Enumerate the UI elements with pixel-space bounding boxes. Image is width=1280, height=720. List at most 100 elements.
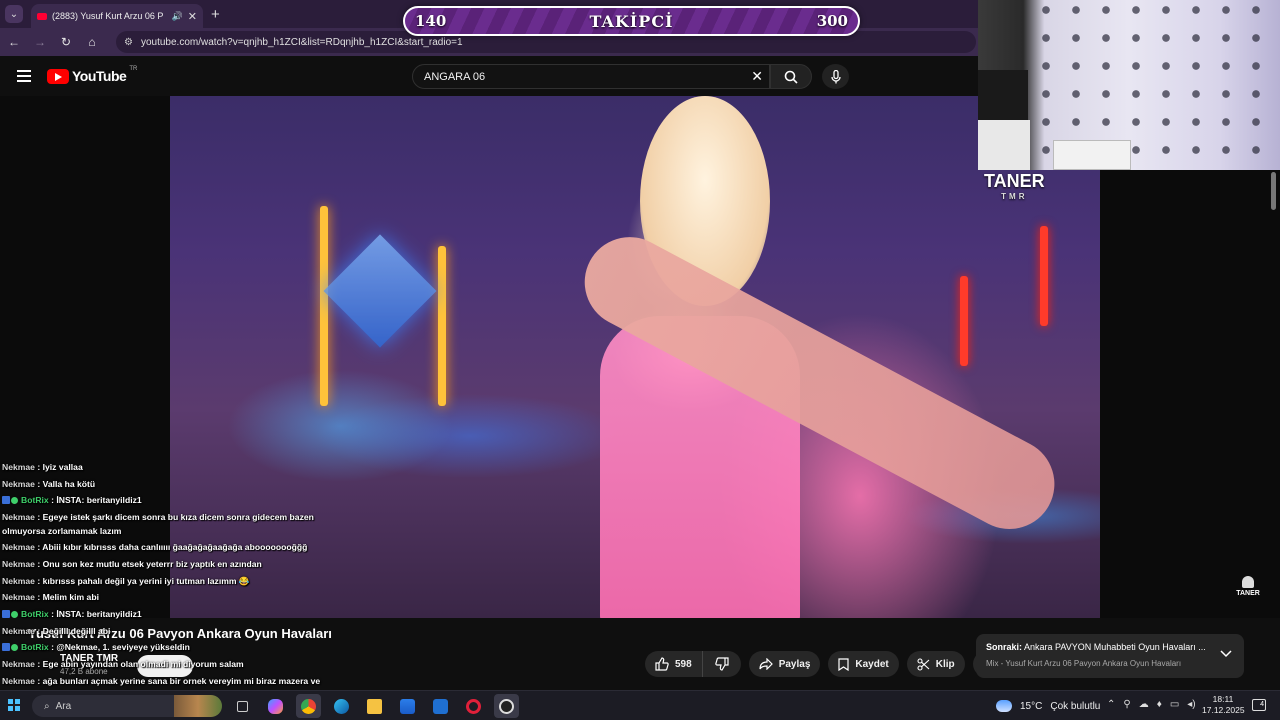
country-code: TR <box>129 66 138 72</box>
chat-separator: : <box>34 625 43 636</box>
store-icon[interactable] <box>395 694 420 718</box>
neon-light <box>960 276 968 366</box>
youtube-logo[interactable]: YouTube TR <box>47 66 138 84</box>
obs-icon[interactable] <box>494 694 519 718</box>
goal-target: 300 <box>816 12 848 30</box>
chat-separator: : <box>34 675 43 686</box>
up-next-title: Ankara PAVYON Muhabbeti Oyun Havaları ..… <box>1024 642 1206 652</box>
close-tab-icon[interactable]: ✕ <box>188 10 197 23</box>
chat-message: Nekmae : Değilll değilll abi <box>2 623 332 640</box>
chrome-icon[interactable] <box>296 694 321 718</box>
windows-taskbar: ⌕ Ara 15°C Çok bulutlu ⌃ ⚲ ☁ ♦ ▭ ◂) 18:1… <box>0 690 1280 720</box>
up-next-card[interactable]: Sonraki: Ankara PAVYON Muhabbeti Oyun Ha… <box>976 634 1244 678</box>
dislike-button[interactable] <box>701 651 741 677</box>
bot-badge-icon <box>2 609 10 618</box>
screen: ⌄ (2883) Yusuf Kurt Arzu 06 P 🔊 ✕ + ← → … <box>0 0 1280 720</box>
watermark-sub: TMR <box>1001 192 1028 201</box>
voice-search-button[interactable] <box>822 64 849 89</box>
speaker-icon[interactable]: 🔊 <box>172 11 183 22</box>
volume-icon[interactable]: ◂) <box>1187 699 1195 710</box>
clock[interactable]: 18:11 17.12.2025 <box>1202 694 1245 716</box>
chevron-up-icon[interactable]: ⌃ <box>1107 699 1115 710</box>
cloud-sync-icon[interactable]: ☁ <box>1139 699 1149 710</box>
chat-message: Nekmae : Valla ha kötü <box>2 476 332 493</box>
chat-bot-message: BotRix : İNSTA: beritanyildiz1 <box>2 492 332 509</box>
new-tab-icon[interactable]: + <box>211 6 220 23</box>
weather-text: Çok bulutlu <box>1050 700 1101 712</box>
site-info-icon[interactable]: ⚙ <box>124 37 133 48</box>
chat-text: Ege abin yayından olan olmadi mi diyorum… <box>42 659 244 670</box>
reload-icon[interactable]: ↻ <box>58 34 74 50</box>
chat-message: Nekmae : Egeye istek şarkı dicem sonra b… <box>2 509 332 539</box>
network-icon[interactable]: ⚲ <box>1123 699 1130 710</box>
system-tray: ⌃ ⚲ ☁ ♦ ▭ ◂) <box>1107 699 1196 710</box>
chat-username: BotRix <box>21 642 49 653</box>
tab-search-icon[interactable]: ⌄ <box>5 5 23 23</box>
browser-tab[interactable]: (2883) Yusuf Kurt Arzu 06 P 🔊 ✕ <box>31 4 203 28</box>
channel-watermark: TANER TMR <box>984 172 1045 205</box>
home-icon[interactable]: ⌂ <box>84 34 100 50</box>
neon-light <box>438 246 446 406</box>
search-button[interactable] <box>770 64 812 89</box>
clear-search-icon[interactable]: ✕ <box>751 68 763 85</box>
webcam-overlay <box>978 0 1280 170</box>
chat-username: Nekmae <box>2 575 35 586</box>
bot-badge-icon <box>2 643 10 652</box>
goal-current: 140 <box>415 12 447 30</box>
thumbs-up-icon <box>655 657 669 671</box>
chat-username: Nekmae <box>2 625 35 636</box>
up-next-subtitle: Mix - Yusuf Kurt Arzu 06 Pavyon Ankara O… <box>986 659 1182 668</box>
start-icon[interactable] <box>8 699 20 711</box>
chat-username: Nekmae <box>2 659 35 670</box>
up-next-prefix: Sonraki: <box>986 642 1023 652</box>
taskbar-search-icon: ⌕ <box>44 700 50 712</box>
player-watermark-text: TANER <box>1236 590 1260 597</box>
clip-label: Klip <box>935 658 955 670</box>
file-explorer-icon[interactable] <box>362 694 387 718</box>
chat-text: Onu son kez mutlu etsek yeterrr biz yapt… <box>42 558 262 569</box>
follower-goal-bar: 140 TAKİPCİ 300 <box>403 6 860 36</box>
like-count: 598 <box>675 658 692 670</box>
save-button[interactable]: Kaydet <box>828 651 899 677</box>
chat-username: Nekmae <box>2 542 35 553</box>
microphone-tray-icon[interactable]: ♦ <box>1157 699 1162 710</box>
chat-text: Abiii kıbır kıbrısss daha canlııııı ğaağ… <box>42 542 308 553</box>
page-scrollbar[interactable] <box>1271 172 1276 210</box>
share-button[interactable]: Paylaş <box>748 651 821 677</box>
copilot-icon[interactable] <box>263 694 288 718</box>
opera-icon[interactable] <box>461 694 486 718</box>
player-watermark: TANER <box>1236 576 1260 597</box>
chat-username: Nekmae <box>2 558 35 569</box>
task-view-icon[interactable] <box>230 694 255 718</box>
chat-bot-message: BotRix : İNSTA: beritanyildiz1 <box>2 606 332 623</box>
wifi-icon[interactable]: ▭ <box>1170 699 1179 710</box>
clock-time: 18:11 <box>1212 694 1234 704</box>
like-button[interactable]: 598 <box>645 651 702 677</box>
forward-icon[interactable]: → <box>32 34 48 50</box>
search-value: ANGARA 06 <box>424 70 486 83</box>
chat-username: Nekmae <box>2 512 35 523</box>
weather-temp: 15°C <box>1020 700 1043 712</box>
menu-icon[interactable] <box>17 70 31 82</box>
weather-widget[interactable]: 15°C Çok bulutlu <box>996 695 1100 717</box>
youtube-masthead: YouTube TR ANGARA 06 ✕ <box>0 58 980 96</box>
chat-username: Nekmae <box>2 478 35 489</box>
bookmark-icon <box>838 657 849 671</box>
youtube-play-icon <box>47 68 69 84</box>
chevron-down-icon[interactable] <box>1220 650 1232 658</box>
search-input[interactable]: ANGARA 06 ✕ <box>412 64 770 89</box>
chat-separator: : <box>34 659 43 670</box>
edge-icon[interactable] <box>329 694 354 718</box>
scissors-icon <box>917 657 930 671</box>
mail-icon[interactable] <box>428 694 453 718</box>
chat-text: kıbrısss pahalı değil ya yerini iyi tutm… <box>42 575 250 586</box>
taskbar-search[interactable]: ⌕ Ara <box>32 695 222 717</box>
back-icon[interactable]: ← <box>6 34 22 50</box>
goal-label: TAKİPCİ <box>589 11 674 31</box>
clip-button[interactable]: Klip <box>906 651 965 677</box>
up-next-line: Sonraki: Ankara PAVYON Muhabbeti Oyun Ha… <box>986 642 1216 652</box>
tab-title: (2883) Yusuf Kurt Arzu 06 P <box>52 11 164 21</box>
notification-icon[interactable]: 4 <box>1252 699 1266 711</box>
verified-badge-icon <box>11 610 18 618</box>
clock-date: 17.12.2025 <box>1202 705 1245 715</box>
